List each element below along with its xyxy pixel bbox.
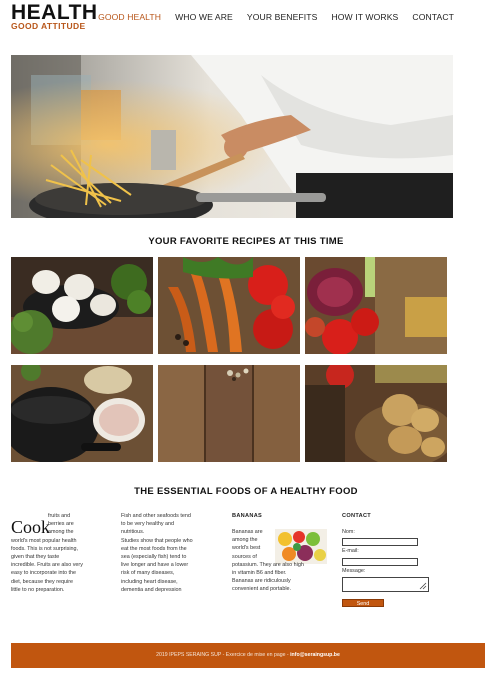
bananas-line: among the (232, 537, 258, 544)
recipe-tile-potatoes[interactable] (305, 365, 447, 462)
main-nav: GOOD HEALTH WHO WE ARE YOUR BENEFITS HOW… (98, 12, 454, 22)
bananas-text-narrow: Bananas are among the world's best sourc… (232, 528, 274, 561)
bananas-line: in vitamin B6 and fiber. (232, 570, 287, 576)
bananas-line: Bananas are (232, 529, 263, 535)
fish-line: nutritious. (121, 529, 145, 536)
cook-heading: Cook (11, 517, 51, 537)
bananas-line: potassium. They are also high (232, 561, 304, 568)
cook-line: world's most popular health (11, 537, 77, 544)
fish-line: Fish and other seafoods tend (121, 513, 191, 519)
email-label: E-mail: (342, 548, 359, 554)
cook-line: fruits and (48, 513, 71, 519)
fruits-bowl-illustration (275, 529, 327, 564)
logo-tagline: GOOD ATTITUDE (11, 21, 86, 31)
logo-title: HEALTH (11, 1, 98, 24)
bananas-text-full: potassium. They are also high in vitamin… (232, 561, 332, 594)
name-field[interactable] (342, 538, 418, 546)
cook-line: diet, because they require (11, 578, 74, 585)
chef-cooking-illustration (11, 55, 453, 218)
fish-column: Fish and other seafoods tend to be very … (121, 512, 221, 594)
cook-line: incredible. Fruits are also very (11, 562, 83, 569)
fish-line: including heart disease, (121, 578, 178, 585)
recipe-tile-onions[interactable] (305, 257, 447, 354)
recipes-title: YOUR FAVORITE RECIPES AT THIS TIME (148, 236, 344, 247)
wooden-table-image (158, 365, 300, 462)
essentials-title: THE ESSENTIAL FOODS OF A HEALTHY FOOD (134, 486, 358, 497)
nav-your-benefits[interactable]: YOUR BENEFITS (247, 12, 318, 22)
cook-line: easy to incorporate into the (11, 570, 77, 577)
send-button[interactable]: Send (342, 599, 384, 607)
hero-image (11, 55, 453, 218)
fish-line: eat the most foods from the (121, 545, 187, 552)
recipe-tile-carrots[interactable] (158, 257, 300, 354)
fish-line: live longer and have a lower (121, 562, 189, 569)
bananas-line: Bananas are ridiculously (232, 578, 291, 585)
bananas-heading: BANANAS (232, 513, 263, 519)
cook-line: foods. This is not surprising, (11, 545, 79, 552)
site-header: HEALTH GOOD ATTITUDE GOOD HEALTH WHO WE … (0, 0, 492, 40)
pot-salt-image (11, 365, 153, 462)
recipe-tile-eggs[interactable] (11, 257, 153, 354)
resize-handle-icon[interactable] (419, 582, 427, 590)
recipe-tile-pot[interactable] (11, 365, 153, 462)
nav-who-we-are[interactable]: WHO WE ARE (175, 12, 233, 22)
message-label: Message: (342, 568, 366, 574)
potatoes-basket-image (305, 365, 447, 462)
eggs-broccoli-image (11, 257, 153, 354)
fish-line: Studies show that people who (121, 537, 193, 544)
site-logo[interactable]: HEALTH GOOD ATTITUDE (11, 1, 98, 31)
cook-line: little to no preparation. (11, 586, 65, 593)
message-textarea[interactable] (342, 577, 429, 592)
cook-line: among the (48, 529, 74, 536)
contact-heading: CONTACT (342, 513, 372, 519)
bananas-line: world's best (232, 545, 261, 552)
fish-line: sea (especially fish) tend to (121, 554, 187, 561)
email-field[interactable] (342, 558, 418, 566)
fish-line: risk of many diseases, (121, 570, 175, 577)
cook-line: berries are (48, 521, 74, 528)
bananas-line: convenient and portable. (232, 586, 292, 593)
fish-line: to be very healthy and (121, 521, 175, 528)
carrots-tomatoes-image (158, 257, 300, 354)
fruits-image (275, 529, 327, 564)
site-footer: 2019 IPEPS SERAING SUP - Exercice de mis… (11, 643, 485, 668)
footer-copyright: 2019 IPEPS SERAING SUP - Exercice de mis… (156, 652, 291, 658)
footer-text: 2019 IPEPS SERAING SUP - Exercice de mis… (11, 652, 485, 658)
bananas-line: sources of (232, 553, 257, 560)
nav-how-it-works[interactable]: HOW IT WORKS (331, 12, 398, 22)
name-label: Nom: (342, 529, 355, 535)
nav-contact[interactable]: CONTACT (412, 12, 454, 22)
onions-vegetables-image (305, 257, 447, 354)
footer-email-link[interactable]: info@seraingsup.be (290, 652, 340, 658)
cook-line: given that they taste (11, 554, 60, 560)
nav-good-health[interactable]: GOOD HEALTH (98, 12, 161, 22)
fish-line: dementia and depression (121, 586, 182, 593)
recipe-tile-table[interactable] (158, 365, 300, 462)
